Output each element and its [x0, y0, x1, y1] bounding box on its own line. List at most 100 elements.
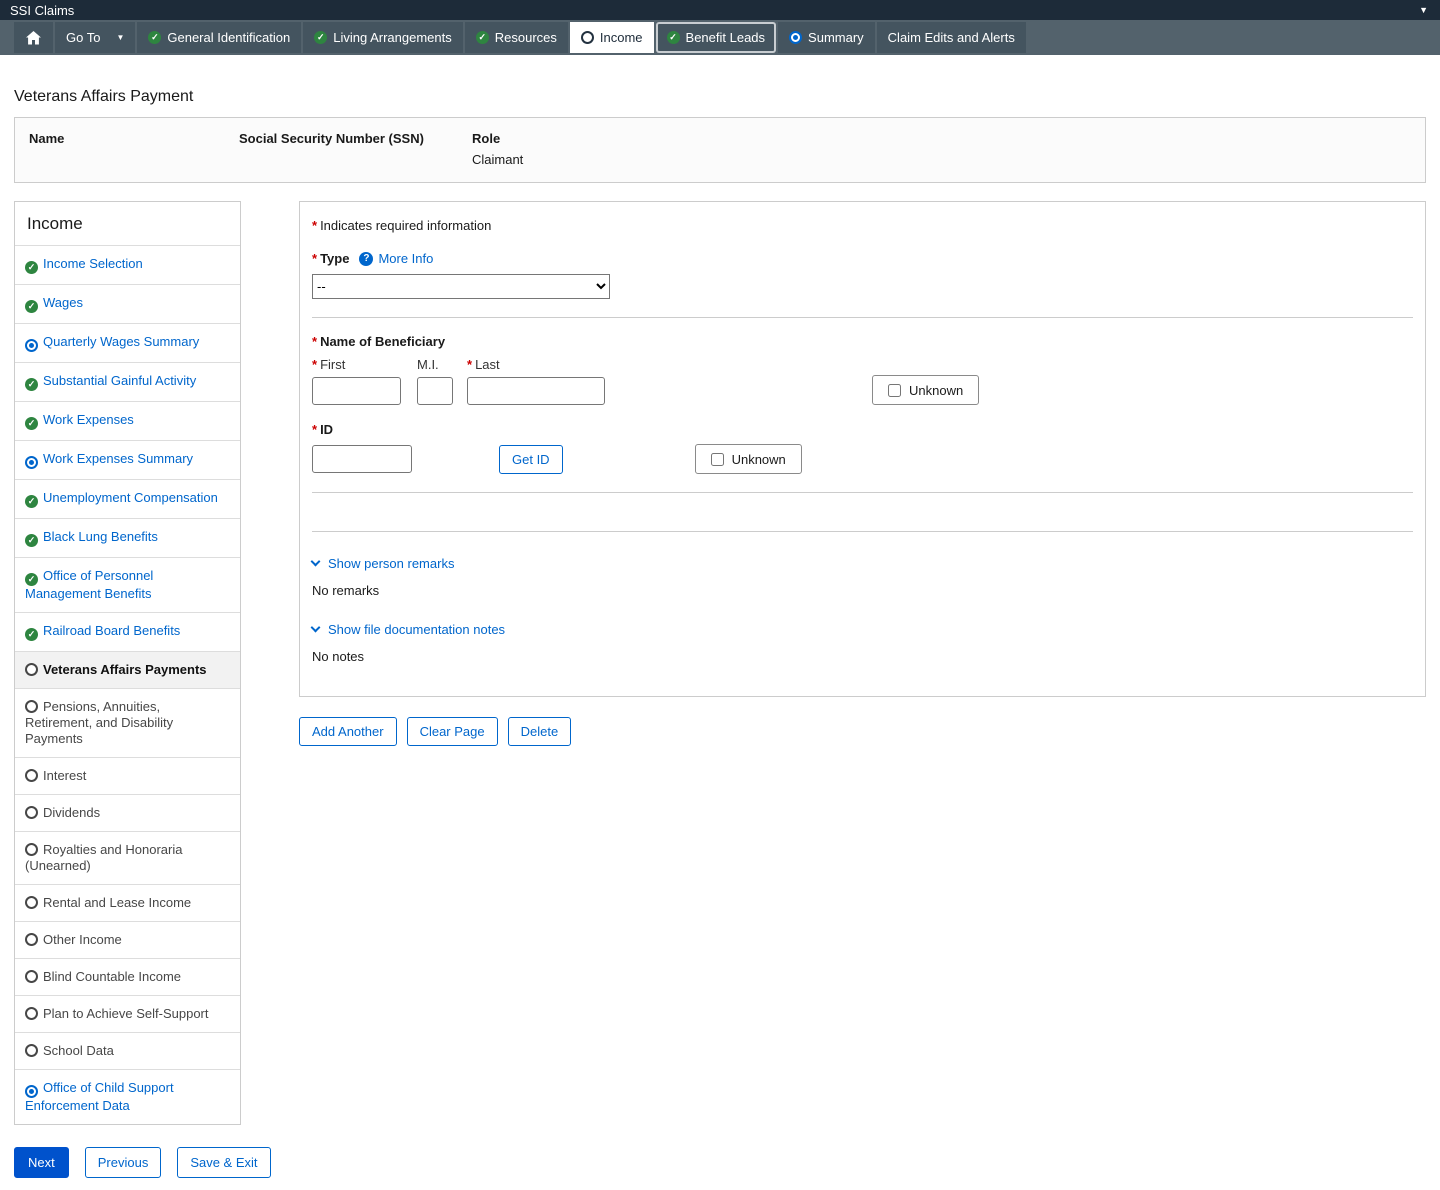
sidebar-item-label: Other Income [43, 932, 122, 947]
save-exit-button[interactable]: Save & Exit [177, 1147, 270, 1178]
chevron-down-icon: ▼ [116, 33, 124, 42]
id-row: Get ID Unknown [312, 444, 1413, 474]
role-value: Claimant [472, 152, 523, 167]
circle-outline-icon [25, 1007, 38, 1020]
tab-benefit-leads[interactable]: Benefit Leads [656, 22, 777, 53]
sidebar-item-label: Railroad Board Benefits [43, 623, 180, 638]
previous-button[interactable]: Previous [85, 1147, 162, 1178]
home-button[interactable] [14, 22, 53, 53]
sidebar-item-blind-countable-income: Blind Countable Income [15, 958, 240, 995]
sidebar-item-royalties-and-honoraria-unearned: Royalties and Honoraria (Unearned) [15, 831, 240, 884]
circle-outline-icon [25, 933, 38, 946]
chevron-down-icon [311, 623, 321, 633]
tab-claim-edits-and-alerts[interactable]: Claim Edits and Alerts [877, 22, 1026, 53]
beneficiary-unknown-checkbox[interactable]: Unknown [872, 375, 979, 405]
tab-general-identification[interactable]: General Identification [137, 22, 301, 53]
form-panel: *Indicates required information * Type ?… [299, 201, 1426, 697]
required-note-text: Indicates required information [320, 218, 491, 233]
help-icon: ? [359, 252, 373, 266]
sidebar-item-wages[interactable]: Wages [15, 284, 240, 323]
tab-income[interactable]: Income [570, 22, 654, 53]
sidebar-item-label: Unemployment Compensation [43, 490, 218, 505]
tab-summary[interactable]: Summary [778, 22, 875, 53]
check-circle-icon [148, 31, 161, 44]
type-label-row: * Type ? More Info [312, 251, 1413, 266]
id-unknown-checkbox[interactable]: Unknown [695, 444, 802, 474]
id-label: ID [320, 422, 333, 437]
sidebar-item-work-expenses[interactable]: Work Expenses [15, 401, 240, 440]
sidebar-item-label: Plan to Achieve Self-Support [43, 1006, 209, 1021]
sidebar-item-label: School Data [43, 1043, 114, 1058]
check-circle-icon [25, 495, 38, 508]
sidebar-item-black-lung-benefits[interactable]: Black Lung Benefits [15, 518, 240, 557]
info-circle-icon [25, 339, 38, 352]
tab-label: Claim Edits and Alerts [888, 30, 1015, 45]
sidebar-item-label: Office of Child Support Enforcement Data [25, 1080, 174, 1113]
sidebar-item-railroad-board-benefits[interactable]: Railroad Board Benefits [15, 612, 240, 651]
wizard-footer: Next Previous Save & Exit [14, 1147, 1426, 1190]
sidebar-item-label: Income Selection [43, 256, 143, 271]
check-circle-icon [25, 573, 38, 586]
tab-label: Benefit Leads [686, 30, 766, 45]
nav-tabs: General IdentificationLiving Arrangement… [137, 22, 1025, 53]
ssn-column-header: Social Security Number (SSN) [239, 131, 472, 146]
info-circle-icon [789, 31, 802, 44]
add-another-button[interactable]: Add Another [299, 717, 397, 746]
check-circle-icon [25, 628, 38, 641]
goto-dropdown[interactable]: Go To ▼ [55, 22, 135, 53]
income-sidebar: Income Income SelectionWagesQuarterly Wa… [14, 201, 241, 1125]
sidebar-item-label: Work Expenses Summary [43, 451, 193, 466]
app-title: SSI Claims [10, 3, 74, 18]
last-name-label: *Last [467, 357, 605, 372]
circle-outline-icon [25, 806, 38, 819]
sidebar-item-substantial-gainful-activity[interactable]: Substantial Gainful Activity [15, 362, 240, 401]
check-circle-icon [476, 31, 489, 44]
collapse-caret-icon[interactable]: ▼ [1419, 6, 1428, 15]
beneficiary-unknown-checkbox-input[interactable] [888, 384, 901, 397]
id-label-row: *ID [312, 422, 1413, 437]
divider [312, 317, 1413, 318]
sidebar-item-office-of-child-support-enforcement-data[interactable]: Office of Child Support Enforcement Data [15, 1069, 240, 1124]
sidebar-item-label: Blind Countable Income [43, 969, 181, 984]
check-circle-icon [667, 31, 680, 44]
required-note: *Indicates required information [312, 218, 1413, 233]
last-name-input[interactable] [467, 377, 605, 405]
sidebar-item-label: Dividends [43, 805, 100, 820]
sidebar-item-interest: Interest [15, 757, 240, 794]
file-notes-toggle[interactable]: Show file documentation notes [312, 622, 505, 637]
get-id-button[interactable]: Get ID [499, 445, 563, 474]
circle-outline-icon [25, 970, 38, 983]
type-select[interactable]: -- [312, 274, 610, 299]
sidebar-item-rental-and-lease-income: Rental and Lease Income [15, 884, 240, 921]
sidebar-item-label: Work Expenses [43, 412, 134, 427]
sidebar-item-veterans-affairs-payments[interactable]: Veterans Affairs Payments [15, 651, 240, 688]
person-remarks-toggle[interactable]: Show person remarks [312, 556, 454, 571]
sidebar-item-income-selection[interactable]: Income Selection [15, 245, 240, 284]
tab-living-arrangements[interactable]: Living Arrangements [303, 22, 463, 53]
sidebar-item-label: Pensions, Annuities, Retirement, and Dis… [25, 699, 173, 746]
middle-initial-input[interactable] [417, 377, 453, 405]
tab-resources[interactable]: Resources [465, 22, 568, 53]
delete-button[interactable]: Delete [508, 717, 572, 746]
sidebar-item-work-expenses-summary[interactable]: Work Expenses Summary [15, 440, 240, 479]
sidebar-item-unemployment-compensation[interactable]: Unemployment Compensation [15, 479, 240, 518]
sidebar-item-other-income: Other Income [15, 921, 240, 958]
id-unknown-checkbox-input[interactable] [711, 453, 724, 466]
person-header: Name Social Security Number (SSN) Role C… [14, 117, 1426, 183]
sidebar-item-label: Wages [43, 295, 83, 310]
id-input[interactable] [312, 445, 412, 473]
clear-page-button[interactable]: Clear Page [407, 717, 498, 746]
circle-outline-icon [25, 663, 38, 676]
sidebar-item-office-of-personnel-management-benefits[interactable]: Office of Personnel Management Benefits [15, 557, 240, 612]
check-circle-icon [25, 417, 38, 430]
first-name-input[interactable] [312, 377, 401, 405]
person-name-column: Name [29, 131, 239, 167]
middle-initial-label[interactable]: M.I. [417, 357, 453, 372]
sidebar-item-quarterly-wages-summary[interactable]: Quarterly Wages Summary [15, 323, 240, 362]
next-button[interactable]: Next [14, 1147, 69, 1178]
person-remarks-empty: No remarks [312, 583, 1413, 598]
circle-outline-icon [25, 896, 38, 909]
chevron-down-icon [311, 557, 321, 567]
type-label: Type [320, 251, 349, 266]
more-info-link[interactable]: ? More Info [359, 251, 433, 266]
